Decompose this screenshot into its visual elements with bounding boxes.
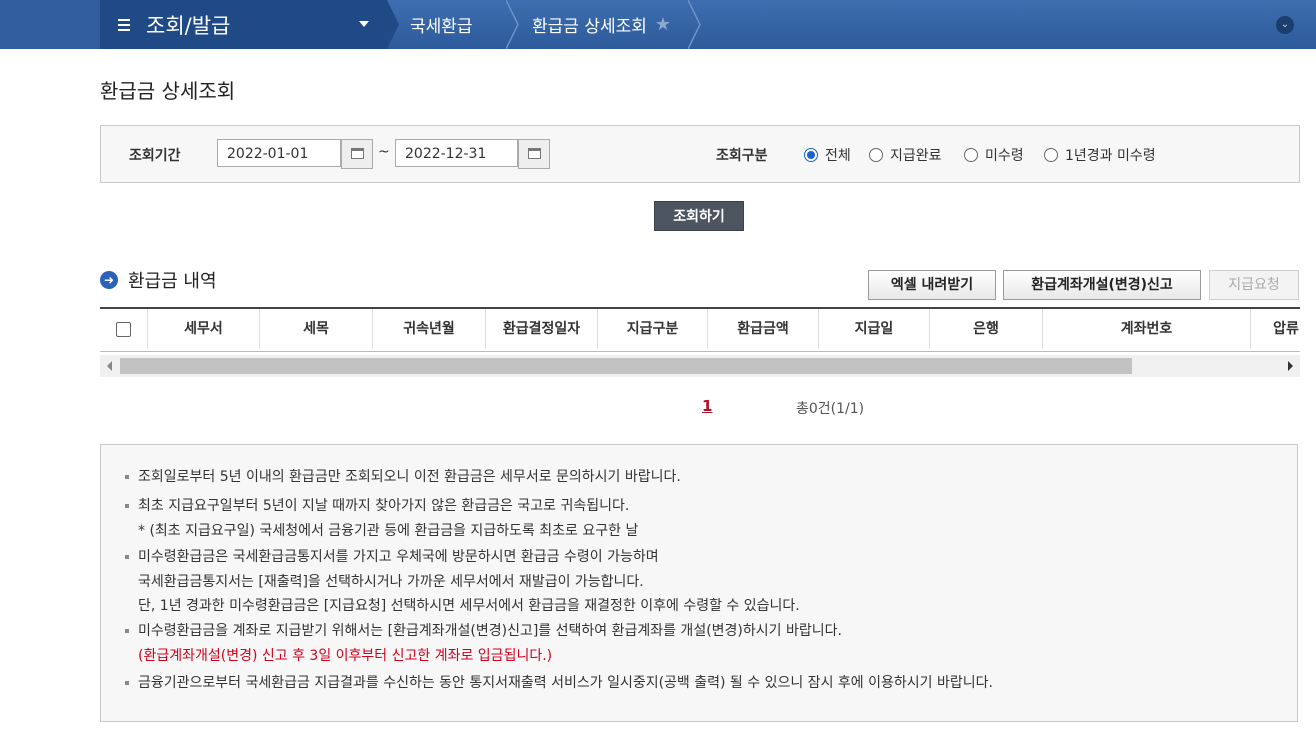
refund-table: 세무서 세목 귀속년월 환급결정일자 지급구분 환급금액 지급일 은행 계좌번호… [100, 307, 1300, 352]
scroll-left-icon[interactable] [107, 361, 112, 371]
notice-item: 미수령환급금을 계좌로 지급받기 위해서는 [환급계좌개설(변경)신고]를 선택… [125, 619, 842, 668]
notice-item: 금융기관으로부터 국세환급금 지급결과를 수신하는 동안 통지서재출력 서비스가… [125, 671, 993, 696]
breadcrumb-arrow-icon [688, 0, 701, 49]
page-link[interactable]: 1 [702, 397, 712, 415]
breadcrumb-item-detail[interactable]: 환급금 상세조회 ★ [532, 0, 671, 49]
excel-download-button[interactable]: 엑셀 내려받기 [868, 270, 996, 300]
radio-unreceived-over-1yr[interactable]: 1년경과 미수령 [1044, 145, 1156, 165]
column-header: 환급금액 [708, 309, 819, 349]
column-header: 귀속년월 [373, 309, 486, 349]
breadcrumb-arrow-icon [385, 0, 399, 49]
favorite-star-icon[interactable]: ★ [655, 14, 671, 35]
calendar-icon[interactable] [518, 139, 550, 169]
type-label: 조회구분 [716, 148, 768, 164]
menu-title: 조회/발급 [146, 13, 231, 38]
column-header: 은행 [930, 309, 1043, 349]
radio-button[interactable] [804, 148, 818, 162]
date-from-input[interactable]: 2022-01-01 [217, 139, 341, 167]
column-header: 지급구분 [598, 309, 708, 349]
horizontal-scrollbar[interactable] [100, 355, 1300, 377]
top-nav-bar: 조회/발급 국세환급 환급금 상세조회 ★ ⌄ [0, 0, 1316, 49]
arrow-right-circle-icon: ➜ [100, 271, 118, 289]
breadcrumb-item-refund[interactable]: 국세환급 [410, 0, 473, 49]
page-title: 환급금 상세조회 [100, 79, 236, 103]
select-all-checkbox-cell [100, 309, 148, 349]
range-tilde: ~ [378, 144, 390, 160]
calendar-icon[interactable] [341, 139, 373, 169]
main-menu-button[interactable]: 조회/발급 [100, 0, 385, 49]
period-label: 조회기간 [129, 148, 181, 164]
column-header: 압류 [1273, 321, 1299, 337]
section-title: ➜ 환급금 내역 [100, 267, 217, 293]
column-header: 세무서 [148, 309, 260, 349]
column-header: 세목 [260, 309, 373, 349]
notice-box: 조회일로부터 5년 이내의 환급금만 조회되오니 이전 환급금은 세무서로 문의… [100, 444, 1298, 722]
chevron-down-icon[interactable]: ⌄ [1276, 16, 1294, 34]
radio-paid[interactable]: 지급완료 [869, 145, 942, 165]
payment-request-button[interactable]: 지급요청 [1209, 270, 1299, 300]
column-header: 환급결정일자 [486, 309, 598, 349]
notice-item: 조회일로부터 5년 이내의 환급금만 조회되오니 이전 환급금은 세무서로 문의… [125, 465, 681, 490]
scrollbar-thumb[interactable] [120, 358, 1132, 374]
notice-item: 최초 지급요구일부터 5년이 지날 때까지 찾아가지 않은 환급금은 국고로 귀… [125, 494, 638, 543]
radio-button[interactable] [964, 148, 978, 162]
radio-all[interactable]: 전체 [804, 145, 851, 165]
hamburger-icon [118, 16, 130, 34]
column-header: 지급일 [819, 309, 930, 349]
breadcrumb-arrow-icon [506, 0, 519, 49]
scroll-right-icon[interactable] [1288, 361, 1293, 371]
date-to-input[interactable]: 2022-12-31 [395, 139, 518, 167]
radio-button[interactable] [869, 148, 883, 162]
search-panel: 조회기간 2022-01-01 ~ 2022-12-31 조회구분 전체 지급완… [100, 125, 1300, 183]
radio-unreceived[interactable]: 미수령 [964, 145, 1024, 165]
radio-button[interactable] [1044, 148, 1058, 162]
select-all-checkbox[interactable] [116, 321, 131, 337]
notice-item: 미수령환급금은 국세환급금통지서를 가지고 우체국에 방문하시면 환급금 수령이… [125, 545, 800, 619]
column-header: 계좌번호 [1043, 309, 1251, 349]
search-button[interactable]: 조회하기 [654, 201, 744, 231]
refund-account-button[interactable]: 환급계좌개설(변경)신고 [1003, 270, 1201, 300]
caret-down-icon [359, 21, 369, 27]
total-count: 총0건(1/1) [796, 401, 865, 417]
